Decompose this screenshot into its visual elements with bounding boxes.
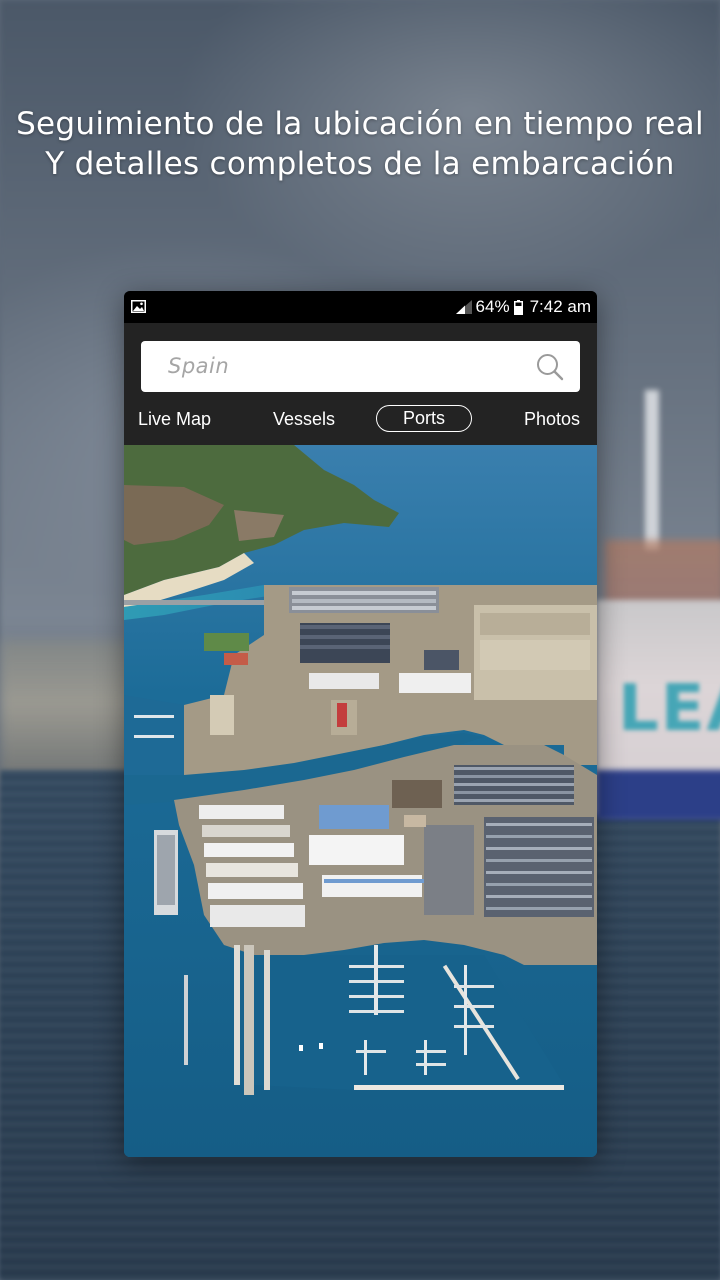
background-ship-hull <box>596 770 720 820</box>
search-bar[interactable]: Spain <box>141 341 580 392</box>
status-bar: 64% 7:42 am <box>124 291 597 323</box>
clock: 7:42 am <box>529 297 591 316</box>
tab-live-map[interactable]: Live Map <box>138 405 214 433</box>
tab-vessels[interactable]: Vessels <box>268 405 340 433</box>
image-icon <box>131 300 146 313</box>
signal-icon <box>455 300 472 314</box>
port-aerial-illustration <box>124 445 597 1157</box>
tab-ports[interactable]: Ports <box>376 405 472 432</box>
promo-headline-line-2: Y detalles completos de la embarcación <box>45 146 675 182</box>
phone-screenshot: 64% 7:42 am Spain Live Map Vessels Ports… <box>124 291 597 1157</box>
port-aerial-photo[interactable] <box>124 445 597 1157</box>
search-icon[interactable] <box>536 353 564 381</box>
tab-bar: Live Map Vessels Ports Photos <box>124 405 597 435</box>
battery-percent: 64% <box>475 297 510 316</box>
search-input[interactable]: Spain <box>168 354 229 378</box>
battery-icon <box>513 299 523 315</box>
tab-photos[interactable]: Photos <box>516 405 580 433</box>
app-header: Spain Live Map Vessels Ports Photos <box>124 323 597 445</box>
background-ship-mast <box>645 390 659 550</box>
background-ship-lettering: LEAR <box>618 672 720 746</box>
promo-headline: Seguimiento de la ubicación en tiempo re… <box>0 104 720 184</box>
promo-headline-line-1: Seguimiento de la ubicación en tiempo re… <box>16 106 704 142</box>
status-indicators: 64% 7:42 am <box>455 296 591 318</box>
